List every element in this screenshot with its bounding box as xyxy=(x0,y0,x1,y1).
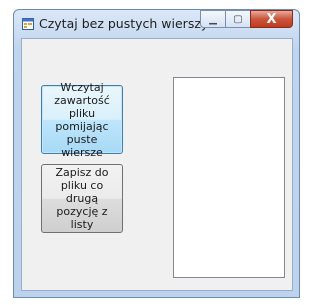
read-file-button[interactable]: Wczytaj zawartość pliku pomijając puste … xyxy=(41,81,123,159)
save-to-file-button[interactable]: Zapisz do pliku co drugą pozycję z listy xyxy=(41,164,123,233)
items-listbox[interactable] xyxy=(173,77,285,278)
app-window: Czytaj bez pustych wierszy ▁ ▢ X Wczytaj… xyxy=(13,9,300,298)
close-icon: X xyxy=(266,11,277,27)
windows-form-icon[interactable] xyxy=(22,18,34,30)
close-button[interactable]: X xyxy=(250,10,293,28)
minimize-icon: ▁ xyxy=(209,13,217,25)
form-client-area: Wczytaj zawartość pliku pomijając puste … xyxy=(21,38,293,291)
maximize-button[interactable]: ▢ xyxy=(225,10,250,28)
title-bar[interactable]: Czytaj bez pustych wierszy ▁ ▢ X xyxy=(14,10,299,38)
maximize-icon: ▢ xyxy=(233,13,243,25)
minimize-button[interactable]: ▁ xyxy=(200,10,225,28)
window-title: Czytaj bez pustych wierszy xyxy=(39,16,209,31)
caption-buttons: ▁ ▢ X xyxy=(200,10,293,28)
